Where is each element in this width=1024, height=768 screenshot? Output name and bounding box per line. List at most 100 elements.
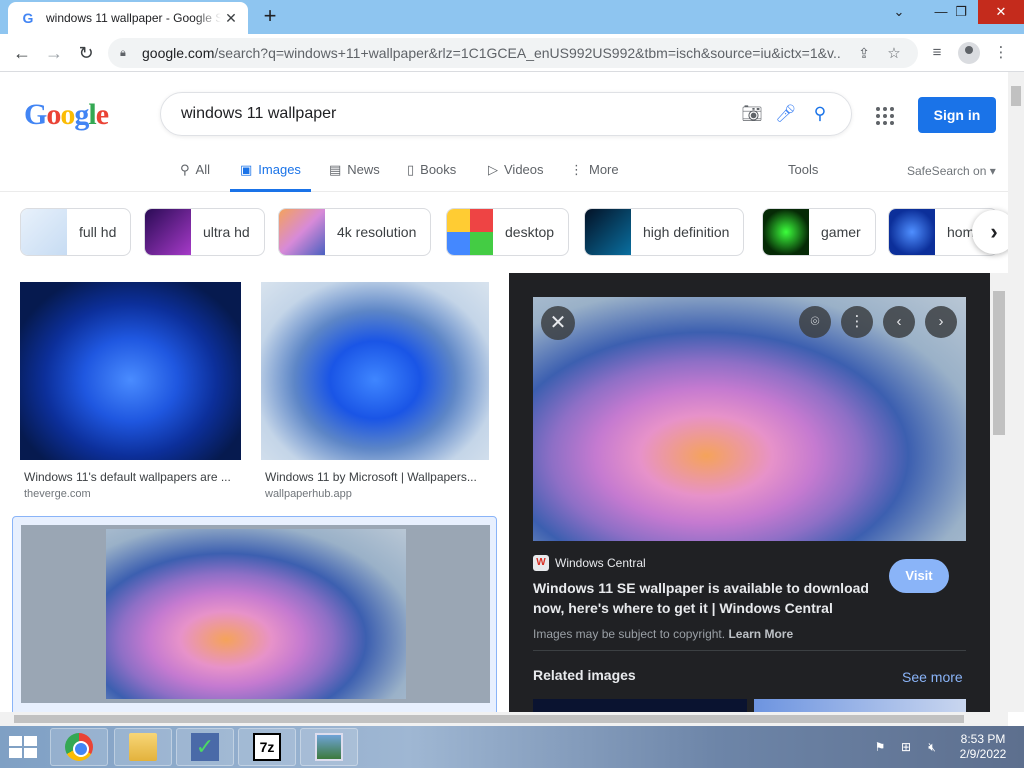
lock-icon: 🔒︎ bbox=[120, 47, 126, 59]
selected-thumbnail-frame bbox=[21, 525, 490, 703]
image-icon: ▣ bbox=[240, 162, 253, 177]
chip-high-definition[interactable]: high definition bbox=[584, 208, 745, 256]
scrollbar-thumb[interactable] bbox=[1011, 86, 1021, 106]
search-box[interactable]: windows 11 wallpaper 📷︎ 🎤︎ ⚲ bbox=[160, 92, 852, 136]
media-queue-icon[interactable]: ≡ bbox=[926, 42, 948, 64]
tab-videos[interactable]: ▷ Videos bbox=[488, 162, 544, 192]
profile-avatar-icon[interactable] bbox=[958, 42, 980, 64]
sign-in-button[interactable]: Sign in bbox=[918, 97, 996, 133]
preview-title[interactable]: Windows 11 SE wallpaper is available to … bbox=[533, 578, 873, 618]
chip-desktop[interactable]: desktop bbox=[446, 208, 570, 256]
taskbar-7zip[interactable]: 7z bbox=[238, 728, 296, 766]
google-favicon-icon: G bbox=[22, 10, 34, 26]
book-icon: ▯ bbox=[407, 162, 415, 177]
lens-search-icon[interactable]: ⚲ bbox=[803, 104, 837, 124]
bookmark-star-icon[interactable]: ☆ bbox=[882, 44, 906, 62]
selected-image-result[interactable] bbox=[12, 516, 497, 712]
chip-thumbnail bbox=[889, 209, 935, 255]
copyright-notice: Images may be subject to copyright. Lear… bbox=[533, 627, 793, 641]
chevron-right-icon[interactable]: › bbox=[972, 210, 1008, 254]
taskbar-file-explorer[interactable] bbox=[114, 728, 172, 766]
taskbar-app-checkmark[interactable]: ✓ bbox=[176, 728, 234, 766]
address-bar[interactable]: 🔒︎ google.com/search?q=windows+11+wallpa… bbox=[108, 38, 918, 68]
taskbar-clock[interactable]: 8:53 PM 2/9/2022 bbox=[948, 732, 1018, 762]
visit-button[interactable]: Visit bbox=[889, 559, 949, 593]
page-horizontal-scrollbar[interactable] bbox=[0, 712, 1008, 726]
related-image-thumbnail[interactable] bbox=[533, 699, 747, 712]
image-result[interactable]: Windows 11's default wallpapers are ... … bbox=[20, 282, 242, 502]
close-icon[interactable]: ✕ bbox=[541, 306, 575, 340]
microphone-icon[interactable]: 🎤︎ bbox=[769, 104, 803, 124]
previous-image-icon[interactable]: ‹ bbox=[883, 306, 915, 338]
chrome-menu-icon[interactable]: ⋮ bbox=[990, 42, 1012, 64]
more-options-icon[interactable]: ⋮ bbox=[841, 306, 873, 338]
result-thumbnail[interactable] bbox=[20, 282, 241, 460]
checkmark-app-icon: ✓ bbox=[191, 733, 219, 761]
page-vertical-scrollbar[interactable] bbox=[1008, 72, 1024, 712]
system-tray: ⚑ ⊞ 🔇︎ bbox=[872, 740, 940, 755]
taskbar-image-viewer[interactable] bbox=[300, 728, 358, 766]
tab-search-chevron-icon[interactable]: ⌄ bbox=[882, 0, 916, 24]
chip-full-hd[interactable]: full hd bbox=[20, 208, 132, 256]
picture-icon bbox=[315, 733, 343, 761]
result-caption[interactable]: Windows 11's default wallpapers are ... bbox=[24, 470, 240, 484]
chip-thumbnail bbox=[279, 209, 325, 255]
restore-button[interactable]: ❐ bbox=[944, 0, 978, 24]
folder-icon bbox=[129, 733, 157, 761]
result-source: theverge.com bbox=[24, 488, 91, 500]
related-search-chips: full hd ultra hd 4k resolution desktop h… bbox=[0, 208, 1008, 258]
search-query[interactable]: windows 11 wallpaper bbox=[181, 105, 336, 123]
lens-search-icon[interactable]: ⌾ bbox=[799, 306, 831, 338]
network-icon[interactable]: ⊞ bbox=[898, 740, 914, 755]
result-thumbnail[interactable] bbox=[261, 282, 489, 460]
back-arrow-icon[interactable]: ← bbox=[8, 40, 36, 66]
image-result[interactable]: Windows 11 by Microsoft | Wallpapers... … bbox=[261, 282, 490, 502]
chip-gamer[interactable]: gamer bbox=[762, 208, 876, 256]
result-caption[interactable]: Windows 11 by Microsoft | Wallpapers... bbox=[265, 470, 487, 484]
taskbar-chrome[interactable] bbox=[50, 728, 108, 766]
chip-label: high definition bbox=[643, 224, 730, 240]
learn-more-link[interactable]: Learn More bbox=[728, 627, 793, 641]
tab-title: windows 11 wallpaper - Google Search bbox=[46, 11, 221, 25]
tab-close-icon[interactable]: ✕ bbox=[222, 10, 240, 27]
panel-scrollbar-thumb[interactable] bbox=[993, 291, 1005, 435]
tab-more[interactable]: ⋮ More bbox=[570, 162, 619, 192]
forward-arrow-icon[interactable]: → bbox=[40, 40, 68, 66]
tab-all[interactable]: ⚲ All bbox=[180, 162, 210, 192]
browser-toolbar: ← → ↻ 🔒︎ google.com/search?q=windows+11+… bbox=[0, 34, 1024, 72]
action-center-flag-icon[interactable]: ⚑ bbox=[872, 740, 888, 755]
tab-images[interactable]: ▣ Images bbox=[230, 162, 311, 192]
see-more-link[interactable]: See more bbox=[902, 669, 963, 685]
browser-tab[interactable]: G windows 11 wallpaper - Google Search ✕ bbox=[8, 2, 248, 34]
chip-ultra-hd[interactable]: ultra hd bbox=[144, 208, 265, 256]
google-logo[interactable]: Google bbox=[24, 98, 109, 132]
selected-thumbnail[interactable] bbox=[106, 529, 406, 699]
chip-label: 4k resolution bbox=[337, 224, 417, 240]
search-type-tabs: ⚲ All ▣ Images ▤ News ▯ Books ▷ Videos ⋮ More … bbox=[0, 156, 1008, 192]
tab-label: More bbox=[589, 162, 619, 177]
related-image-thumbnail[interactable] bbox=[754, 699, 966, 712]
video-icon: ▷ bbox=[488, 162, 498, 177]
scrollbar-thumb[interactable] bbox=[14, 715, 964, 723]
preview-source[interactable]: W Windows Central bbox=[533, 555, 646, 571]
new-tab-button[interactable]: + bbox=[258, 5, 282, 28]
url-text[interactable]: google.com/search?q=windows+11+wallpaper… bbox=[142, 45, 842, 61]
tab-news[interactable]: ▤ News bbox=[329, 162, 380, 192]
related-images-heading: Related images bbox=[533, 667, 636, 683]
chip-thumbnail bbox=[763, 209, 809, 255]
next-image-icon[interactable]: › bbox=[925, 306, 957, 338]
panel-scrollbar[interactable] bbox=[990, 273, 1008, 712]
tools-button[interactable]: Tools bbox=[788, 162, 818, 177]
chip-label: desktop bbox=[505, 224, 555, 240]
chip-4k-resolution[interactable]: 4k resolution bbox=[278, 208, 432, 256]
google-apps-icon[interactable] bbox=[874, 105, 896, 127]
reload-icon[interactable]: ↻ bbox=[72, 40, 100, 66]
share-icon[interactable]: ⇪ bbox=[852, 45, 876, 62]
result-source: wallpaperhub.app bbox=[265, 488, 352, 500]
start-button[interactable] bbox=[6, 733, 38, 761]
tab-books[interactable]: ▯ Books bbox=[407, 162, 456, 192]
camera-search-icon[interactable]: 📷︎ bbox=[735, 104, 769, 124]
window-close-button[interactable]: ✕ bbox=[978, 0, 1024, 24]
volume-muted-icon[interactable]: 🔇︎ bbox=[924, 740, 940, 755]
safesearch-dropdown[interactable]: SafeSearch on ▾ bbox=[907, 164, 996, 178]
